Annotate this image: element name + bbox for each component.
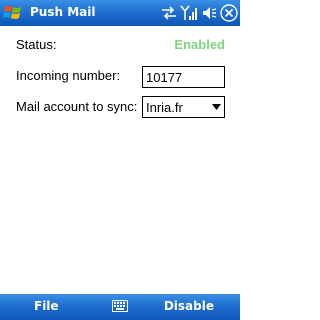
incoming-number-label: Incoming number: bbox=[16, 68, 121, 83]
status-value: Enabled bbox=[174, 37, 225, 52]
title-bar: Push Mail bbox=[0, 0, 240, 26]
status-label: Status: bbox=[16, 37, 57, 52]
menu-bar: File Disable bbox=[0, 294, 240, 320]
sync-arrows-icon[interactable] bbox=[161, 6, 177, 20]
app-title: Push Mail bbox=[30, 5, 96, 19]
signal-antenna-icon[interactable] bbox=[180, 5, 198, 21]
disable-softkey[interactable]: Disable bbox=[164, 299, 214, 313]
mail-account-select[interactable]: Inria.fr bbox=[142, 96, 225, 118]
incoming-number-input[interactable]: 10177 bbox=[142, 66, 225, 88]
mail-account-selected: Inria.fr bbox=[146, 100, 183, 115]
mail-account-label: Mail account to sync: bbox=[16, 99, 138, 114]
dropdown-arrow-icon bbox=[212, 104, 221, 110]
close-icon[interactable] bbox=[220, 4, 238, 22]
file-softkey[interactable]: File bbox=[34, 299, 59, 313]
start-button[interactable] bbox=[2, 2, 26, 24]
windows-flag-icon bbox=[3, 6, 21, 19]
speaker-icon[interactable] bbox=[201, 5, 217, 21]
keyboard-icon bbox=[112, 300, 128, 312]
keyboard-button[interactable] bbox=[112, 299, 128, 318]
status-icons bbox=[161, 3, 238, 23]
